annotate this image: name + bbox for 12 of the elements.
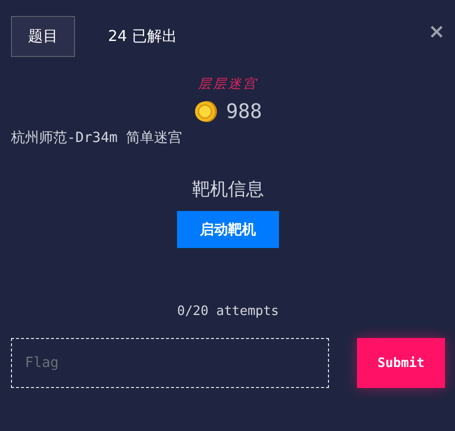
submit-button[interactable]: Submit <box>357 338 445 388</box>
challenge-name: 杭州师范-Dr34m 简单迷宫 <box>11 129 184 147</box>
flag-field[interactable]: Flag <box>11 338 329 388</box>
start-button[interactable]: 启动靶机 <box>177 211 279 248</box>
challenge-category: 层层迷宫 <box>198 76 258 93</box>
attempts-count: 0/20 attempts <box>177 304 279 319</box>
tab[interactable]: 题目 <box>11 16 75 57</box>
tab[interactable]: 24 已解出 <box>91 16 194 57</box>
coin-icon <box>194 100 218 122</box>
close-button[interactable]: × <box>428 21 445 41</box>
section-heading: 靶机信息 <box>192 178 264 201</box>
challenge-points: 988 <box>226 99 262 123</box>
